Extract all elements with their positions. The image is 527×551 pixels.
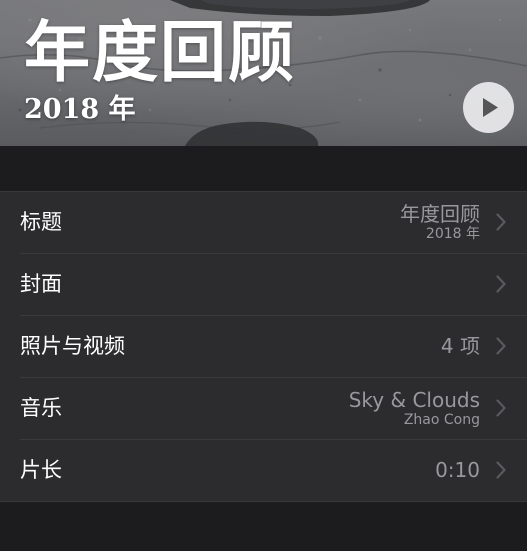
- row-label: 片长: [20, 458, 62, 482]
- row-label: 封面: [20, 272, 62, 296]
- row-value: Sky & Clouds Zhao Cong: [349, 378, 480, 439]
- chevron-right-icon: [496, 399, 506, 417]
- duration-value: 0:10: [435, 458, 480, 482]
- row-label: 照片与视频: [20, 334, 125, 358]
- chevron-right-icon: [496, 337, 506, 355]
- settings-row-photos-videos[interactable]: 照片与视频 4 项: [0, 315, 527, 377]
- music-artist-value: Zhao Cong: [403, 411, 480, 428]
- play-button[interactable]: [463, 82, 514, 133]
- memory-title: 年度回顾: [24, 14, 296, 91]
- settings-row-music[interactable]: 音乐 Sky & Clouds Zhao Cong: [0, 377, 527, 439]
- chevron-right-icon: [496, 461, 506, 479]
- settings-row-title[interactable]: 标题 年度回顾 2018 年: [0, 192, 527, 253]
- chevron-right-icon: [496, 213, 506, 231]
- row-label: 标题: [20, 210, 62, 234]
- memory-cover-photo[interactable]: 年度回顾 2018 年: [0, 0, 527, 146]
- memory-subtitle: 2018 年: [24, 94, 136, 125]
- memory-settings-list: 标题 年度回顾 2018 年 封面 照片与视频 4 项 音乐 Sky & Clo…: [0, 191, 527, 502]
- title-value: 年度回顾: [400, 201, 480, 226]
- row-value: 年度回顾 2018 年: [400, 192, 480, 253]
- row-value: 4 项: [441, 316, 480, 377]
- memory-editor-screen: 年度回顾 2018 年 标题 年度回顾 2018 年 封面 照片与视频 4 项: [0, 0, 527, 551]
- row-value: 0:10: [435, 440, 480, 501]
- chevron-right-icon: [496, 275, 506, 293]
- music-track-value: Sky & Clouds: [348, 387, 480, 412]
- settings-row-duration[interactable]: 片长 0:10: [0, 439, 527, 501]
- title-subvalue: 2018 年: [425, 225, 480, 242]
- settings-row-cover[interactable]: 封面: [0, 253, 527, 315]
- row-label: 音乐: [20, 396, 62, 420]
- play-icon: [483, 98, 498, 117]
- photos-count-value: 4 项: [440, 334, 480, 358]
